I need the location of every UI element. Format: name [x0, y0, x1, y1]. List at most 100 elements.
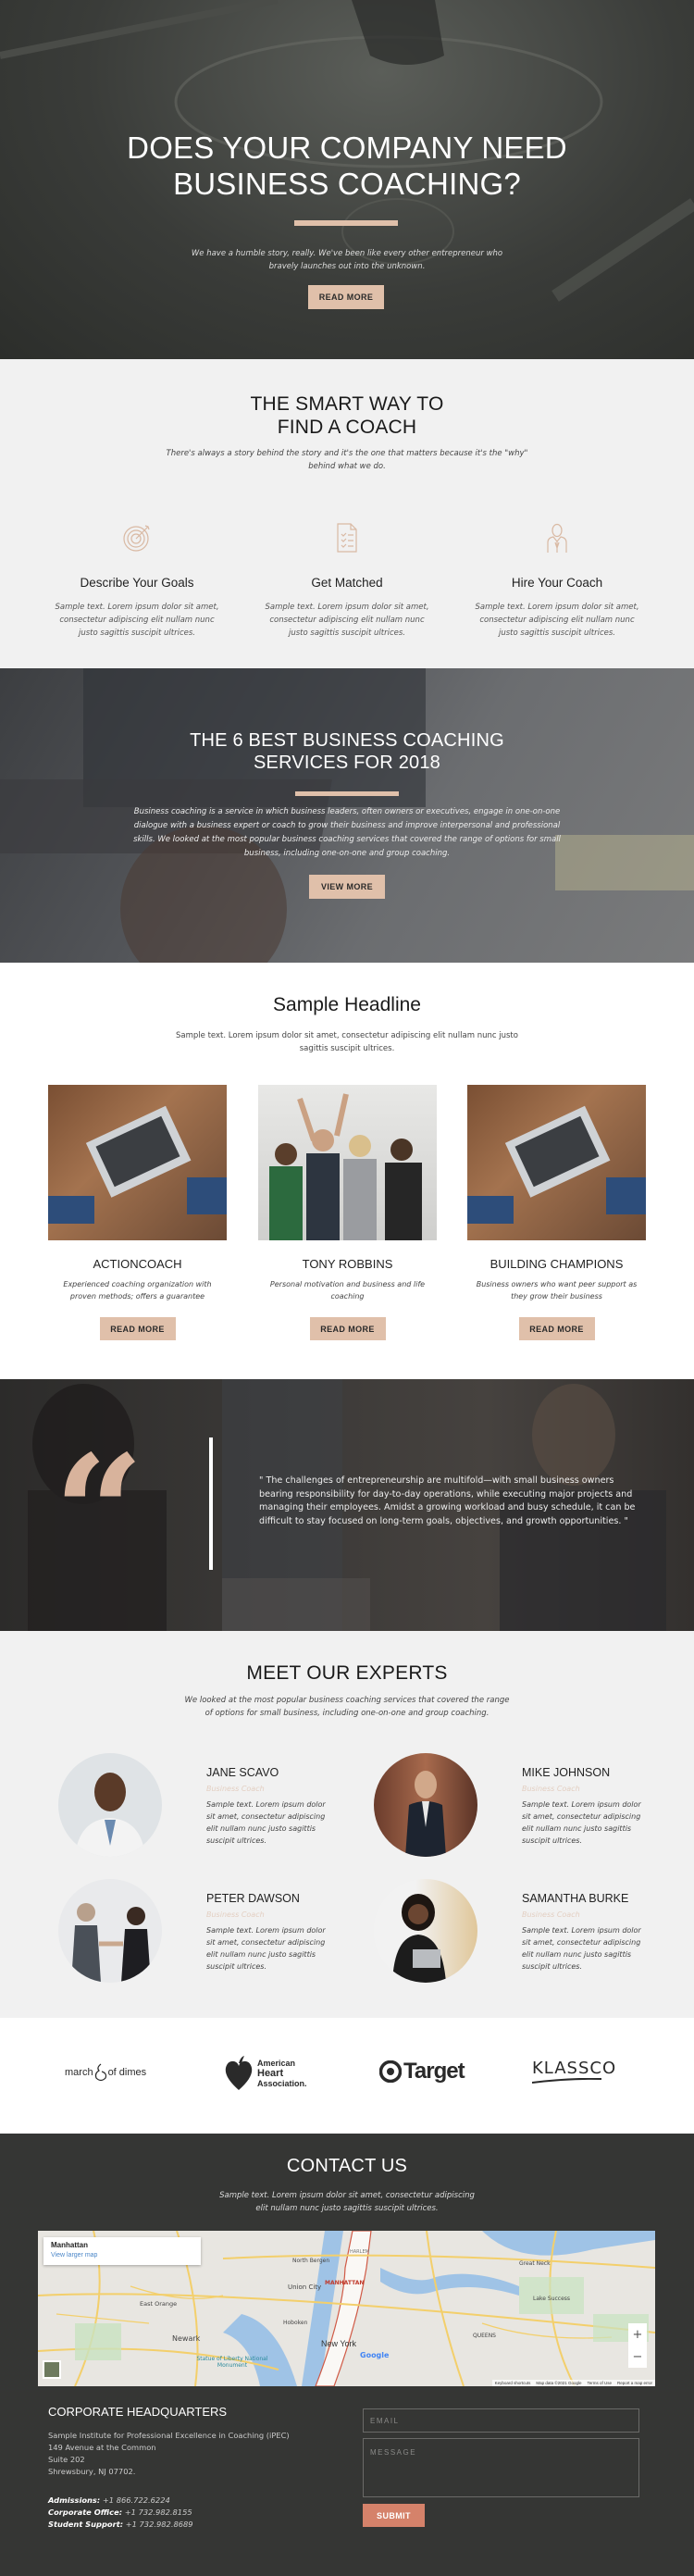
- view-more-button[interactable]: VIEW MORE: [309, 875, 385, 899]
- map-label: Union City: [288, 2284, 322, 2291]
- satellite-toggle[interactable]: [43, 2360, 61, 2379]
- map-info-card: Manhattan View larger map: [43, 2237, 201, 2265]
- google-map[interactable]: Manhattan View larger map MANHATTAN New …: [38, 2231, 655, 2386]
- checklist-icon: [337, 523, 357, 553]
- best-services-title-line2: SERVICES FOR 2018: [253, 753, 440, 773]
- logo-text: KLASSCO: [532, 2059, 617, 2078]
- sample-headline-text-line1: Sample text. Lorem ipsum dolor sit amet,…: [176, 1031, 518, 1040]
- read-more-button[interactable]: READ MORE: [518, 1317, 595, 1340]
- expert-role: Business Coach: [522, 1910, 580, 1919]
- expert-photo: [58, 1753, 162, 1857]
- best-services-title: THE 6 BEST BUSINESS COACHING SERVICES FO…: [0, 729, 694, 774]
- smart-way-title-line2: FIND A COACH: [277, 417, 417, 438]
- expert-text: Sample text. Lorem ipsum dolor sit amet,…: [522, 1800, 641, 1845]
- experts-title: MEET OUR EXPERTS: [246, 1662, 448, 1684]
- submit-button[interactable]: SUBMIT: [363, 2504, 425, 2527]
- phone-value: +1 732.982.8689: [123, 2520, 193, 2529]
- read-more-button[interactable]: READ MORE: [308, 285, 384, 309]
- read-more-button[interactable]: READ MORE: [99, 1317, 176, 1340]
- card-text: Experienced coaching organization with p…: [63, 1280, 212, 1300]
- phone-list: Admissions: +1 866.722.6224 Corporate Of…: [48, 2495, 193, 2531]
- terms-link[interactable]: Terms of Use: [587, 2381, 612, 2385]
- google-logo: Google: [360, 2351, 390, 2359]
- laptop-photo: [48, 1085, 227, 1240]
- address-line: Shrewsbury, NJ 07702.: [48, 2467, 136, 2476]
- map-label: Great Neck: [519, 2260, 551, 2267]
- email-field[interactable]: EMAIL: [363, 2408, 639, 2433]
- zoom-in-button[interactable]: +: [633, 2328, 643, 2342]
- step-title: Hire Your Coach: [511, 576, 603, 590]
- card-text: Personal motivation and business and lif…: [269, 1280, 426, 1300]
- expert-text: Sample text. Lorem ipsum dolor sit amet,…: [206, 1800, 326, 1845]
- businessman-icon: [547, 523, 567, 553]
- phone-label: Student Support:: [48, 2520, 124, 2529]
- american-heart-association-logo: American Heart Association.: [224, 2055, 307, 2092]
- step-get-matched: Get Matched Sample text. Lorem ipsum dol…: [241, 522, 453, 640]
- card-text: Business owners who want peer support as…: [476, 1280, 638, 1300]
- quote-mark-icon: “: [54, 1421, 144, 1606]
- sample-headline-text: Sample text. Lorem ipsum dolor sit amet,…: [0, 1029, 694, 1055]
- card-tony-robbins: TONY ROBBINS Personal motivation and bus…: [258, 1085, 437, 1340]
- map-label: North Bergen: [292, 2258, 330, 2264]
- expert-photo: [58, 1879, 162, 1983]
- address-line: 149 Avenue at the Common: [48, 2443, 156, 2452]
- smart-way-section: THE SMART WAY TO FIND A COACH There's al…: [0, 359, 694, 668]
- map-label: New York: [321, 2339, 357, 2348]
- address-line: Suite 202: [48, 2455, 85, 2464]
- sample-headline-text-line2: sagittis suscipit ultrices.: [299, 1044, 395, 1053]
- phone-label: Admissions:: [48, 2495, 101, 2505]
- march-of-dimes-logo: march of dimes: [65, 2062, 146, 2083]
- map-label: Hoboken: [283, 2320, 308, 2326]
- logo-text: of dimes: [107, 2067, 147, 2078]
- experts-subtitle-line2: of options for small business, including…: [204, 1709, 490, 1718]
- smart-way-subtitle: There's always a story behind the story …: [0, 447, 694, 473]
- contact-text: Sample text. Lorem ipsum dolor sit amet,…: [0, 2189, 694, 2215]
- phone-admissions: Admissions: +1 866.722.6224: [48, 2495, 193, 2507]
- step-title: Describe Your Goals: [80, 576, 194, 590]
- logo-text: American: [257, 2059, 296, 2068]
- quote-text: " The challenges of entrepreneurship are…: [259, 1475, 636, 1526]
- contact-title: CONTACT US: [286, 2156, 408, 2176]
- keyboard-shortcuts-link[interactable]: Keyboard shortcuts: [495, 2381, 531, 2385]
- address-line: Sample Institute for Professional Excell…: [48, 2431, 290, 2440]
- expert-name: PETER DAWSON: [206, 1892, 300, 1905]
- smart-way-subtitle-line1: There's always a story behind the story …: [166, 449, 528, 458]
- report-error-link[interactable]: Report a map error: [617, 2381, 652, 2385]
- phone-label: Corporate Office:: [48, 2508, 123, 2517]
- phone-corporate: Corporate Office: +1 732.982.8155: [48, 2507, 193, 2519]
- hq-address: Sample Institute for Professional Excell…: [48, 2430, 290, 2478]
- hero-title-line2: BUSINESS COACHING?: [173, 167, 521, 201]
- target-icon: [123, 525, 150, 552]
- expert-role: Business Coach: [206, 1910, 265, 1919]
- map-label: MANHATTAN: [325, 2280, 365, 2286]
- phone-support: Student Support: +1 732.982.8689: [48, 2519, 193, 2531]
- quote-section: “ " The challenges of entrepreneurship a…: [0, 1379, 694, 1631]
- contact-text-line2: elit nullam nunc justo sagittis suscipit…: [255, 2204, 439, 2213]
- expert-name: MIKE JOHNSON: [522, 1766, 611, 1779]
- view-larger-map-link[interactable]: View larger map: [51, 2252, 193, 2259]
- read-more-button[interactable]: READ MORE: [309, 1317, 386, 1340]
- logo-text: Target: [403, 2059, 465, 2084]
- zoom-out-button[interactable]: −: [633, 2350, 643, 2364]
- quote-divider: [209, 1437, 213, 1570]
- expert-role: Business Coach: [522, 1785, 580, 1793]
- card-title: TONY ROBBINS: [302, 1257, 393, 1271]
- map-label: QUEENS: [473, 2333, 496, 2339]
- phone-value: +1 866.722.6224: [100, 2495, 170, 2505]
- target-logo: Target: [379, 2059, 465, 2084]
- sample-headline-title: Sample Headline: [273, 994, 421, 1015]
- map-footer: Keyboard shortcuts Map data ©2021 Google…: [491, 2380, 655, 2386]
- card-title: BUILDING CHAMPIONS: [490, 1257, 624, 1271]
- card-building-champions: BUILDING CHAMPIONS Business owners who w…: [467, 1085, 646, 1340]
- hero-title: DOES YOUR COMPANY NEED BUSINESS COACHING…: [0, 130, 694, 202]
- expert-role: Business Coach: [206, 1785, 265, 1793]
- contact-section: CONTACT US Sample text. Lorem ipsum dolo…: [0, 2134, 694, 2576]
- hq-title: CORPORATE HEADQUARTERS: [48, 2405, 228, 2419]
- step-hire-coach: Hire Your Coach Sample text. Lorem ipsum…: [451, 522, 663, 640]
- smart-way-title-line1: THE SMART WAY TO: [250, 393, 444, 415]
- message-field[interactable]: MESSAGE: [363, 2438, 639, 2497]
- card-title: ACTIONCOACH: [93, 1257, 182, 1271]
- logo-text: Association.: [257, 2079, 307, 2088]
- zoom-controls: + −: [628, 2323, 647, 2368]
- bullseye-icon: [379, 2060, 402, 2083]
